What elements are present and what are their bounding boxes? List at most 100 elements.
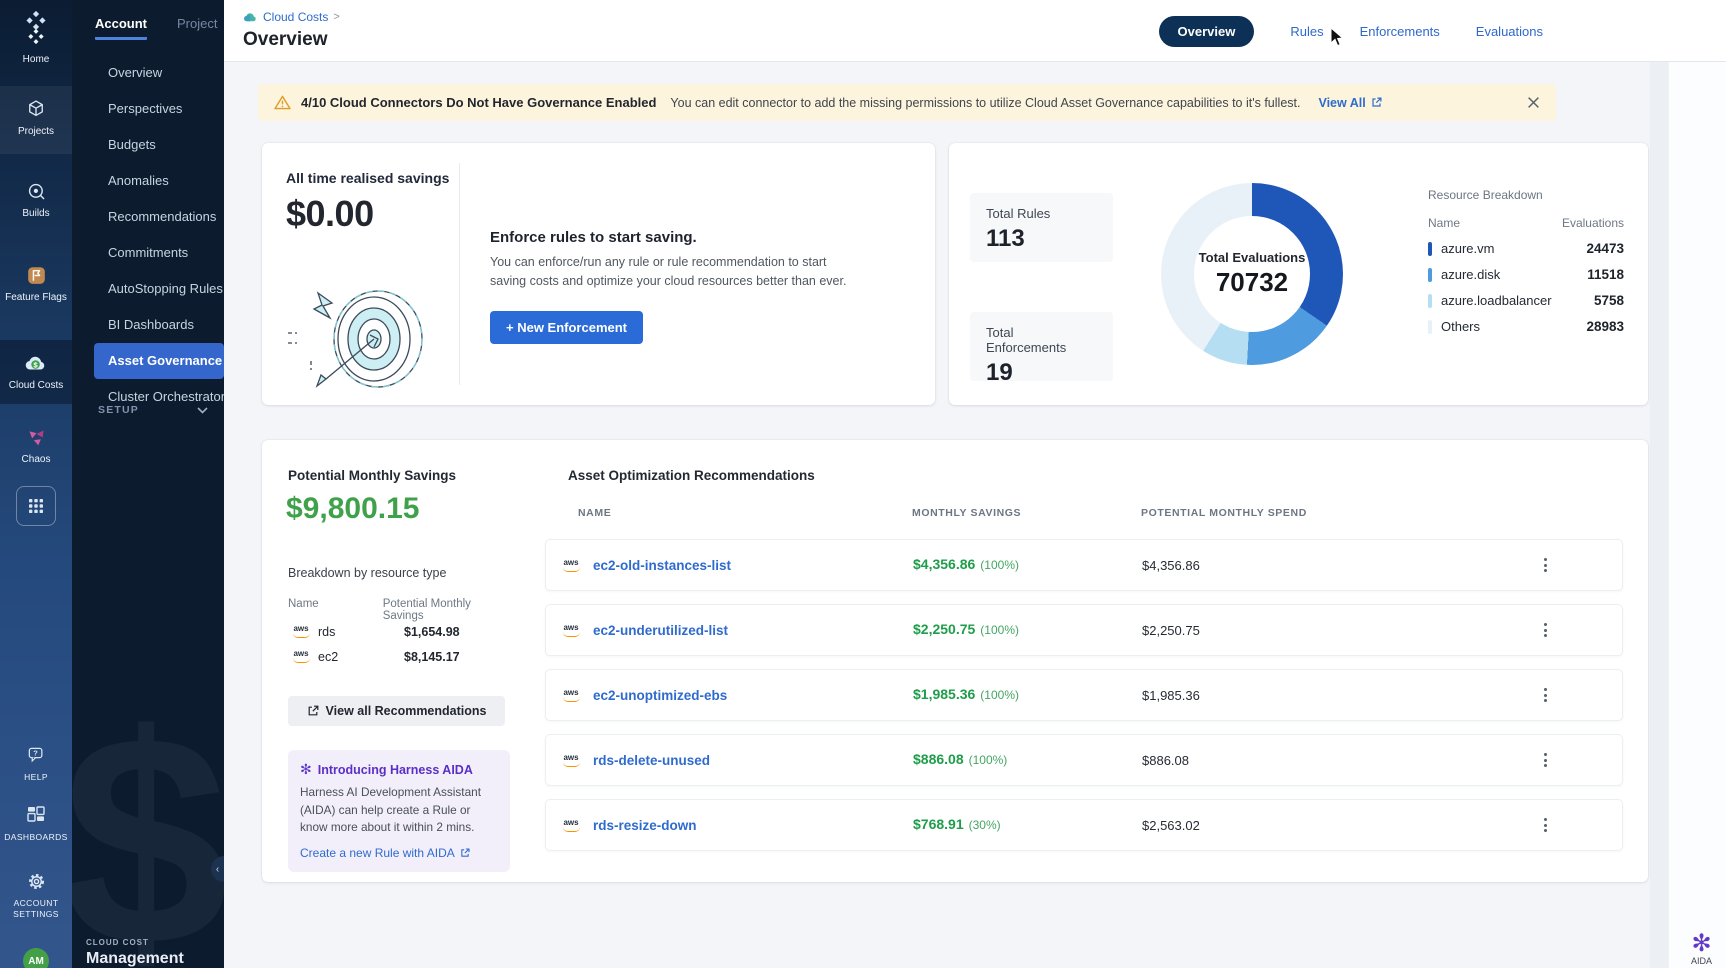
sidebar-item-asset-governance[interactable]: Asset Governance (94, 343, 224, 379)
row-menu-button[interactable] (1535, 619, 1555, 641)
rail-item-builds[interactable]: Builds (0, 178, 72, 219)
scope-tabs: Account Project (95, 16, 217, 40)
sidebar-collapse-handle[interactable]: ‹ (211, 856, 224, 882)
potential-spend-value: $2,250.75 (1142, 623, 1535, 638)
sidebar-item-anomalies[interactable]: Anomalies (72, 163, 224, 199)
tab-overview[interactable]: Overview (1159, 16, 1255, 47)
banner-view-all-link[interactable]: View All (1318, 96, 1381, 110)
sidebar-item-perspectives[interactable]: Perspectives (72, 91, 224, 127)
rail-item-help[interactable]: ? HELP (0, 742, 72, 783)
recommendation-link[interactable]: ec2-unoptimized-ebs (593, 688, 727, 703)
table-row: aws rds-delete-unused $886.08(100%) $886… (545, 734, 1623, 786)
recommendation-link[interactable]: ec2-underutilized-list (593, 623, 728, 638)
recommendation-link[interactable]: rds-resize-down (593, 818, 697, 833)
rail-item-label: Home (0, 54, 72, 65)
legend-row: azure.disk 11518 (1428, 267, 1624, 282)
evaluations-stats-card: Total Rules 113 Total Enforcements 19 To… (949, 143, 1648, 405)
legend-name: Others (1441, 319, 1480, 334)
rail-item-account-settings[interactable]: ACCOUNT SETTINGS (0, 868, 72, 920)
monthly-savings-value: $1,985.36 (913, 686, 975, 702)
enforce-heading: Enforce rules to start saving. (490, 229, 697, 246)
rail-item-feature-flags[interactable]: Feature Flags (0, 262, 72, 303)
create-rule-with-aida-link[interactable]: Create a new Rule with AIDA (300, 846, 498, 860)
external-link-icon (307, 705, 319, 717)
aws-icon: aws (558, 751, 584, 770)
scrollbar[interactable] (1650, 62, 1668, 968)
sidebar-item-overview[interactable]: Overview (72, 55, 224, 91)
row-menu-button[interactable] (1535, 814, 1555, 836)
recommendations-table: NAME MONTHLY SAVINGS POTENTIAL MONTHLY S… (545, 500, 1623, 851)
app-window: Home Projects Builds Feature Flags $ Clo… (0, 0, 1726, 968)
total-enforcements-box: Total Enforcements 19 (970, 312, 1113, 381)
main-content: Cloud Costs > Overview Overview Rules En… (224, 0, 1726, 968)
sidebar-item-budgets[interactable]: Budgets (72, 127, 224, 163)
legend-header: Name Evaluations (1428, 216, 1624, 230)
table-row: aws ec2-old-instances-list $4,356.86(100… (545, 539, 1623, 591)
tab-enforcements[interactable]: Enforcements (1360, 24, 1440, 39)
legend-chip (1428, 242, 1432, 256)
recommendation-link[interactable]: ec2-old-instances-list (593, 558, 731, 573)
breakdown-name: ec2 (318, 650, 372, 664)
legend-title: Resource Breakdown (1428, 188, 1624, 202)
tab-evaluations[interactable]: Evaluations (1476, 24, 1543, 39)
total-enforcements-value: 19 (986, 359, 1097, 387)
user-avatar[interactable]: AM (23, 948, 49, 968)
sidebar-item-recommendations[interactable]: Recommendations (72, 199, 224, 235)
breakdown-header: Name Potential Monthly Savings (288, 598, 512, 622)
realised-savings-value: $0.00 (286, 193, 374, 235)
new-enforcement-button[interactable]: + New Enforcement (490, 311, 643, 344)
breakdown-row: aws ec2 $8,145.17 (288, 647, 512, 666)
view-all-recommendations-button[interactable]: View all Recommendations (288, 696, 505, 726)
total-rules-value: 113 (986, 225, 1097, 253)
banner-view-all-label: View All (1318, 96, 1365, 110)
tab-account[interactable]: Account (95, 16, 147, 40)
rail-item-home[interactable]: Home (0, 24, 72, 65)
card-divider (459, 163, 460, 385)
home-icon (0, 24, 72, 50)
setup-section-toggle[interactable]: SETUP (98, 404, 208, 416)
sidebar-item-autostopping-rules[interactable]: AutoStopping Rules (72, 271, 224, 307)
aws-icon: aws (558, 621, 584, 640)
breakdown-col-savings: Potential Monthly Savings (383, 598, 512, 622)
breakdown-value: $8,145.17 (404, 650, 460, 664)
sidebar-item-bi-dashboards[interactable]: BI Dashboards (72, 307, 224, 343)
rail-item-projects[interactable]: Projects (0, 96, 72, 137)
svg-text:?: ? (33, 748, 38, 757)
row-menu-button[interactable] (1535, 684, 1555, 706)
row-menu-button[interactable] (1535, 554, 1555, 576)
banner-close-button[interactable] (1527, 96, 1540, 109)
breakdown-row: aws rds $1,654.98 (288, 622, 512, 641)
apps-grid-button[interactable] (16, 486, 56, 526)
tab-project[interactable]: Project (177, 16, 217, 40)
aida-promo-box: ✻ Introducing Harness AIDA Harness AI De… (288, 750, 510, 872)
breadcrumb-cloud-costs-link[interactable]: Cloud Costs (263, 10, 328, 24)
projects-icon (0, 96, 72, 122)
legend-name: azure.loadbalancer (1441, 293, 1552, 308)
aida-launcher-button[interactable]: ✻ AIDA (1691, 931, 1712, 966)
rail-item-label: Feature Flags (0, 292, 72, 303)
donut-center: Total Evaluations 70732 (1194, 216, 1310, 332)
evaluations-donut: Total Evaluations 70732 (1161, 183, 1343, 365)
tab-rules[interactable]: Rules (1290, 24, 1323, 39)
aws-icon: aws (558, 556, 584, 575)
external-link-icon (460, 848, 470, 858)
rail-item-dashboards[interactable]: DASHBOARDS (0, 802, 72, 843)
potential-spend-value: $1,985.36 (1142, 688, 1535, 703)
recommendation-link[interactable]: rds-delete-unused (593, 753, 710, 768)
row-menu-button[interactable] (1535, 749, 1555, 771)
legend-name: azure.vm (1441, 241, 1494, 256)
legend-col-name: Name (1428, 216, 1460, 230)
target-illustration (274, 281, 452, 393)
donut-center-value: 70732 (1216, 267, 1288, 298)
rail-item-chaos[interactable]: Chaos (0, 424, 72, 465)
dollar-watermark: $ (72, 690, 224, 968)
view-all-recommendations-label: View all Recommendations (326, 704, 487, 718)
cloud-costs-module-icon (243, 11, 258, 23)
svg-text:$: $ (33, 360, 38, 369)
legend-value: 5758 (1594, 293, 1624, 308)
potential-spend-value: $2,563.02 (1142, 818, 1535, 833)
rail-item-cloud-costs[interactable]: $ Cloud Costs (0, 350, 72, 391)
gear-icon (0, 868, 72, 894)
sidebar-item-commitments[interactable]: Commitments (72, 235, 224, 271)
legend-row: azure.loadbalancer 5758 (1428, 293, 1624, 308)
